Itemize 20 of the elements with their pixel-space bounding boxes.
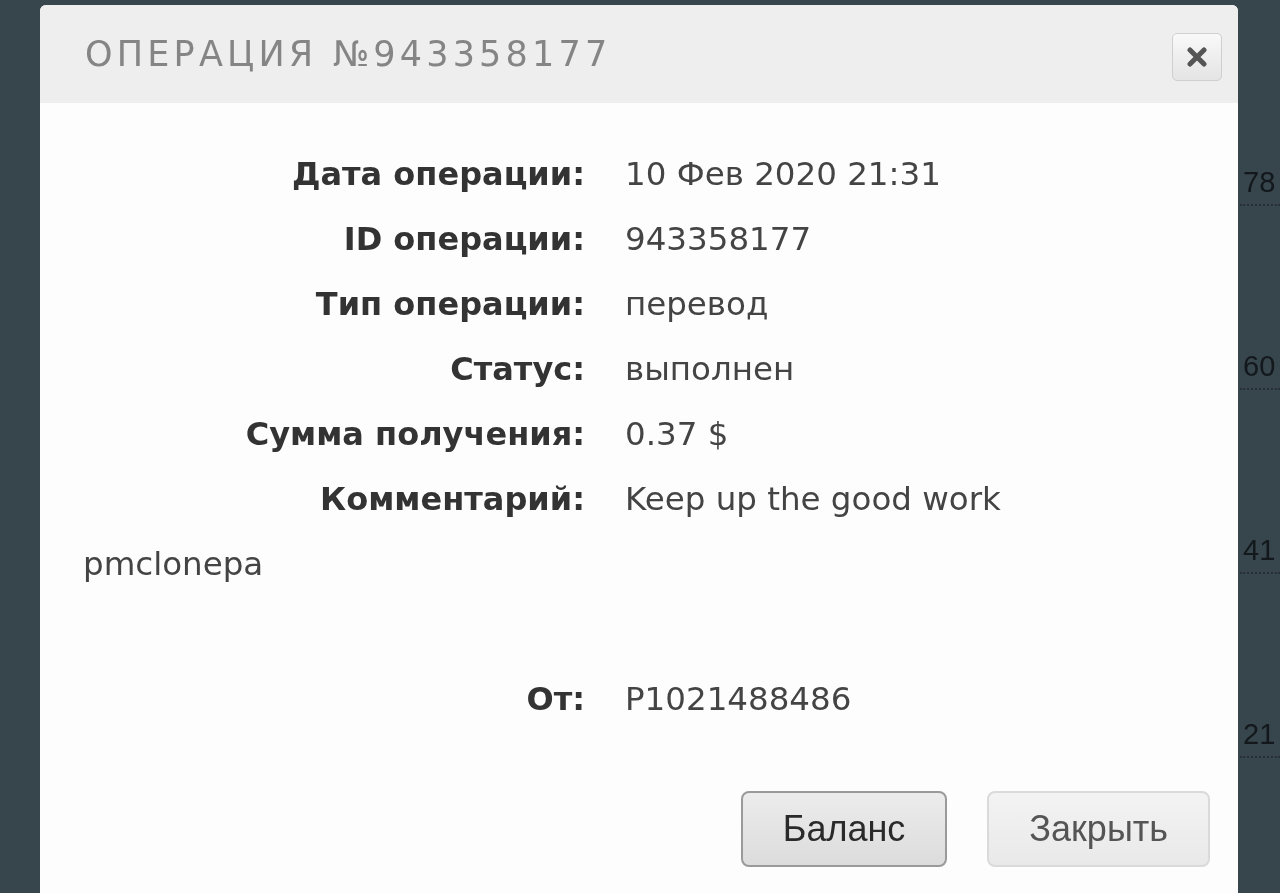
detail-label: Статус: bbox=[449, 349, 585, 388]
close-icon bbox=[1187, 47, 1207, 67]
detail-value: 10 Фев 2020 21:31 bbox=[625, 154, 941, 193]
dialog-button[interactable]: Закрыть bbox=[987, 791, 1210, 867]
detail-label: ID операции: bbox=[342, 219, 585, 258]
detail-value: перевод bbox=[625, 284, 769, 323]
detail-value: P1021488486 bbox=[625, 679, 852, 718]
dialog-title: ОПЕРАЦИЯ №943358177 bbox=[85, 33, 612, 76]
detail-value: Keep up the good work bbox=[625, 479, 1001, 518]
close-button[interactable] bbox=[1172, 33, 1222, 81]
detail-value: выполнен bbox=[625, 349, 795, 388]
detail-label: От: bbox=[525, 679, 585, 718]
detail-value: 0.37 $ bbox=[625, 414, 729, 453]
detail-value: pmclonepa bbox=[83, 544, 264, 583]
detail-value: 943358177 bbox=[625, 219, 812, 258]
detail-label: Сумма получения: bbox=[244, 414, 585, 453]
detail-label: Тип операции: bbox=[314, 284, 585, 323]
detail-label: Дата операции: bbox=[290, 154, 585, 193]
dialog-button[interactable]: Баланс bbox=[740, 791, 948, 867]
detail-label: Комментарий: bbox=[319, 479, 585, 518]
